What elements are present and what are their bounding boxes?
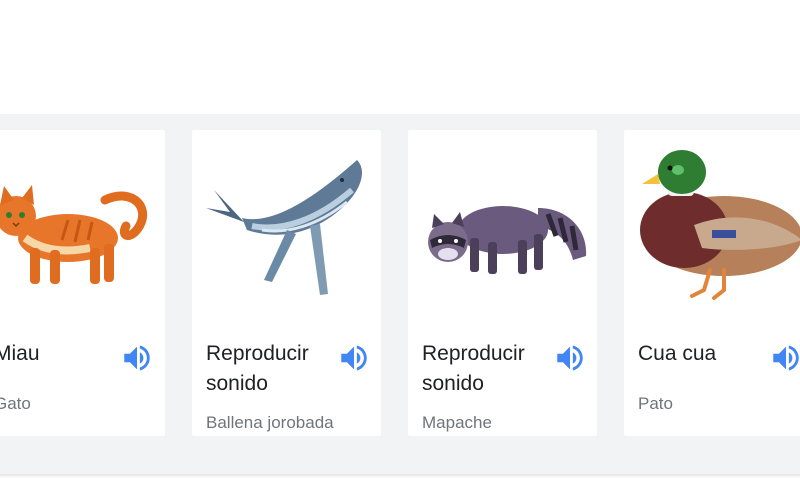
card-subtitle: Mapache xyxy=(422,413,492,432)
animal-sounds-carousel: Miau Gato Reproducir sonido Ballena joro… xyxy=(0,114,800,476)
card-title: Reproducir sonido xyxy=(422,342,525,395)
header-area xyxy=(0,0,800,114)
volume-icon[interactable] xyxy=(120,341,154,375)
raccoon-image xyxy=(408,130,597,310)
animal-card-raccoon[interactable]: Reproducir sonido Mapache xyxy=(408,130,597,436)
card-title: Miau xyxy=(0,342,40,365)
animal-card-whale[interactable]: Reproducir sonido Ballena jorobada xyxy=(192,130,381,436)
cat-image xyxy=(0,130,165,310)
animal-card-duck[interactable]: Cua cua Pato xyxy=(624,130,800,436)
duck-image xyxy=(624,130,800,310)
carousel-bottom-shadow xyxy=(0,474,800,478)
card-subtitle: Pato xyxy=(638,394,673,413)
card-title: Cua cua xyxy=(638,342,717,365)
volume-icon[interactable] xyxy=(553,341,587,375)
card-title: Reproducir sonido xyxy=(206,342,309,395)
card-subtitle: Ballena jorobada xyxy=(206,413,334,432)
volume-icon[interactable] xyxy=(337,341,371,375)
animal-card-cat[interactable]: Miau Gato xyxy=(0,130,165,436)
volume-icon[interactable] xyxy=(769,341,800,375)
whale-image xyxy=(192,130,381,310)
card-subtitle: Gato xyxy=(0,394,31,413)
